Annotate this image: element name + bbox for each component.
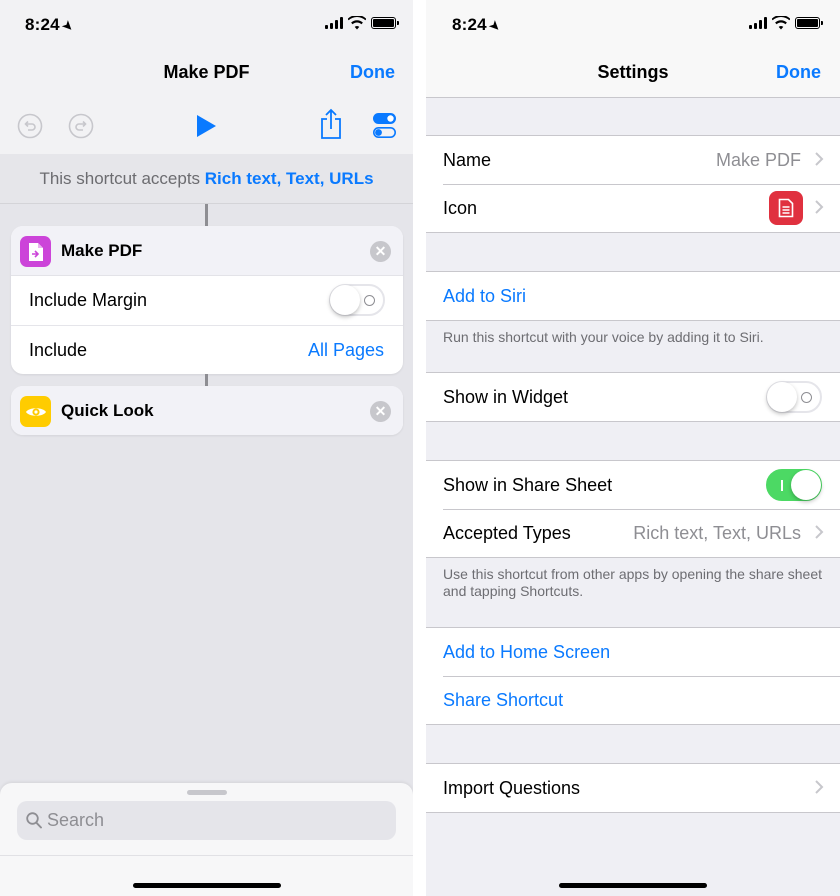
accepted-types-label: Accepted Types [443, 523, 571, 543]
cellular-signal-icon [325, 17, 343, 29]
import-questions-label: Import Questions [443, 778, 581, 798]
share-shortcut-row[interactable]: Share Shortcut [426, 676, 840, 724]
show-in-widget-label: Show in Widget [443, 387, 569, 407]
play-icon[interactable] [195, 114, 217, 138]
include-row: Include All Pages [11, 325, 403, 374]
shortcut-icon [769, 191, 803, 225]
accepts-prefix: This shortcut accepts [39, 169, 205, 188]
accepted-types-link[interactable]: Rich text, Text, URLs [205, 169, 374, 188]
done-button[interactable]: Done [350, 62, 395, 83]
include-margin-label: Include Margin [29, 290, 148, 310]
search-icon [26, 812, 42, 829]
show-in-widget-toggle[interactable] [766, 381, 822, 413]
share-sheet-note: Use this shortcut from other apps by ope… [443, 566, 822, 599]
import-group: Import Questions [426, 763, 840, 813]
show-in-share-sheet-toggle[interactable] [766, 469, 822, 501]
settings-toggles-icon[interactable] [372, 112, 398, 140]
flow-connector [205, 374, 208, 386]
accepted-input-banner: This shortcut accepts Rich text, Text, U… [0, 154, 413, 204]
home-indicator[interactable] [133, 883, 281, 888]
redo-icon[interactable] [68, 113, 94, 139]
status-bar: 8:24➤ [426, 0, 840, 50]
action-search-sheet [0, 783, 413, 896]
include-margin-toggle[interactable] [329, 284, 385, 316]
siri-note: Run this shortcut with your voice by add… [443, 329, 764, 345]
name-value: Make PDF [715, 150, 801, 170]
sheet-grabber[interactable] [187, 790, 227, 795]
location-arrow-icon: ➤ [59, 17, 77, 35]
close-icon[interactable]: ✕ [370, 241, 391, 262]
include-margin-row: Include Margin [11, 276, 403, 325]
flow-connector [205, 204, 208, 226]
divider [0, 855, 413, 856]
name-icon-group: Name Make PDF Icon [426, 135, 840, 233]
show-in-share-sheet-label: Show in Share Sheet [443, 475, 613, 495]
close-icon[interactable]: ✕ [370, 401, 391, 422]
import-questions-row[interactable]: Import Questions [426, 764, 840, 812]
action-title: Quick Look [61, 401, 154, 420]
add-to-siri-row[interactable]: Add to Siri [426, 272, 840, 320]
status-time: 8:24➤ [452, 15, 504, 35]
wifi-icon [772, 16, 790, 30]
done-button[interactable]: Done [776, 62, 821, 83]
name-label: Name [443, 150, 492, 170]
include-value[interactable]: All Pages [308, 340, 384, 361]
pdf-icon [20, 236, 51, 267]
add-to-home-screen-row[interactable]: Add to Home Screen [426, 628, 840, 676]
battery-icon [795, 17, 823, 29]
search-input[interactable] [47, 801, 387, 840]
home-indicator[interactable] [559, 883, 707, 888]
action-header: Make PDF ✕ [11, 226, 403, 276]
actions-group: Add to Home Screen Share Shortcut [426, 627, 840, 725]
add-to-home-screen-button[interactable]: Add to Home Screen [443, 642, 610, 663]
show-in-share-sheet-row: Show in Share Sheet [426, 461, 840, 509]
eye-icon [20, 396, 51, 427]
chevron-right-icon [815, 780, 824, 794]
action-header: Quick Look ✕ [11, 386, 403, 435]
cellular-signal-icon [749, 17, 767, 29]
include-label: Include [29, 340, 88, 360]
name-row[interactable]: Name Make PDF [426, 136, 840, 184]
widget-group: Show in Widget [426, 372, 840, 422]
accepted-types-row[interactable]: Accepted Types Rich text, Text, URLs [426, 509, 840, 557]
wifi-icon [348, 16, 366, 30]
action-title: Make PDF [61, 241, 143, 260]
location-arrow-icon: ➤ [486, 17, 504, 35]
chevron-right-icon [815, 200, 824, 214]
chevron-right-icon [815, 525, 824, 539]
shortcut-editor-screen: 8:24➤ Make PDF Done This shortcut accept… [0, 0, 413, 896]
add-to-siri-button[interactable]: Add to Siri [443, 286, 526, 307]
status-time: 8:24➤ [25, 15, 77, 35]
settings-screen: 8:24➤ Settings Done Name Make PDF Icon A… [426, 0, 840, 896]
icon-row[interactable]: Icon [426, 184, 840, 232]
show-in-widget-row: Show in Widget [426, 373, 840, 421]
chevron-right-icon [815, 152, 824, 166]
accepted-types-value: Rich text, Text, URLs [633, 523, 801, 543]
icon-label: Icon [443, 198, 478, 218]
share-sheet-group: Show in Share Sheet Accepted Types Rich … [426, 460, 840, 558]
status-bar: 8:24➤ [0, 0, 413, 50]
undo-icon[interactable] [17, 113, 43, 139]
search-field [17, 801, 396, 840]
battery-icon [371, 17, 399, 29]
action-card-quick-look[interactable]: Quick Look ✕ [11, 386, 403, 435]
share-shortcut-button[interactable]: Share Shortcut [443, 690, 563, 711]
action-card-make-pdf[interactable]: Make PDF ✕ Include Margin Include All Pa… [11, 226, 403, 374]
share-icon[interactable] [319, 108, 343, 140]
siri-group: Add to Siri [426, 271, 840, 321]
